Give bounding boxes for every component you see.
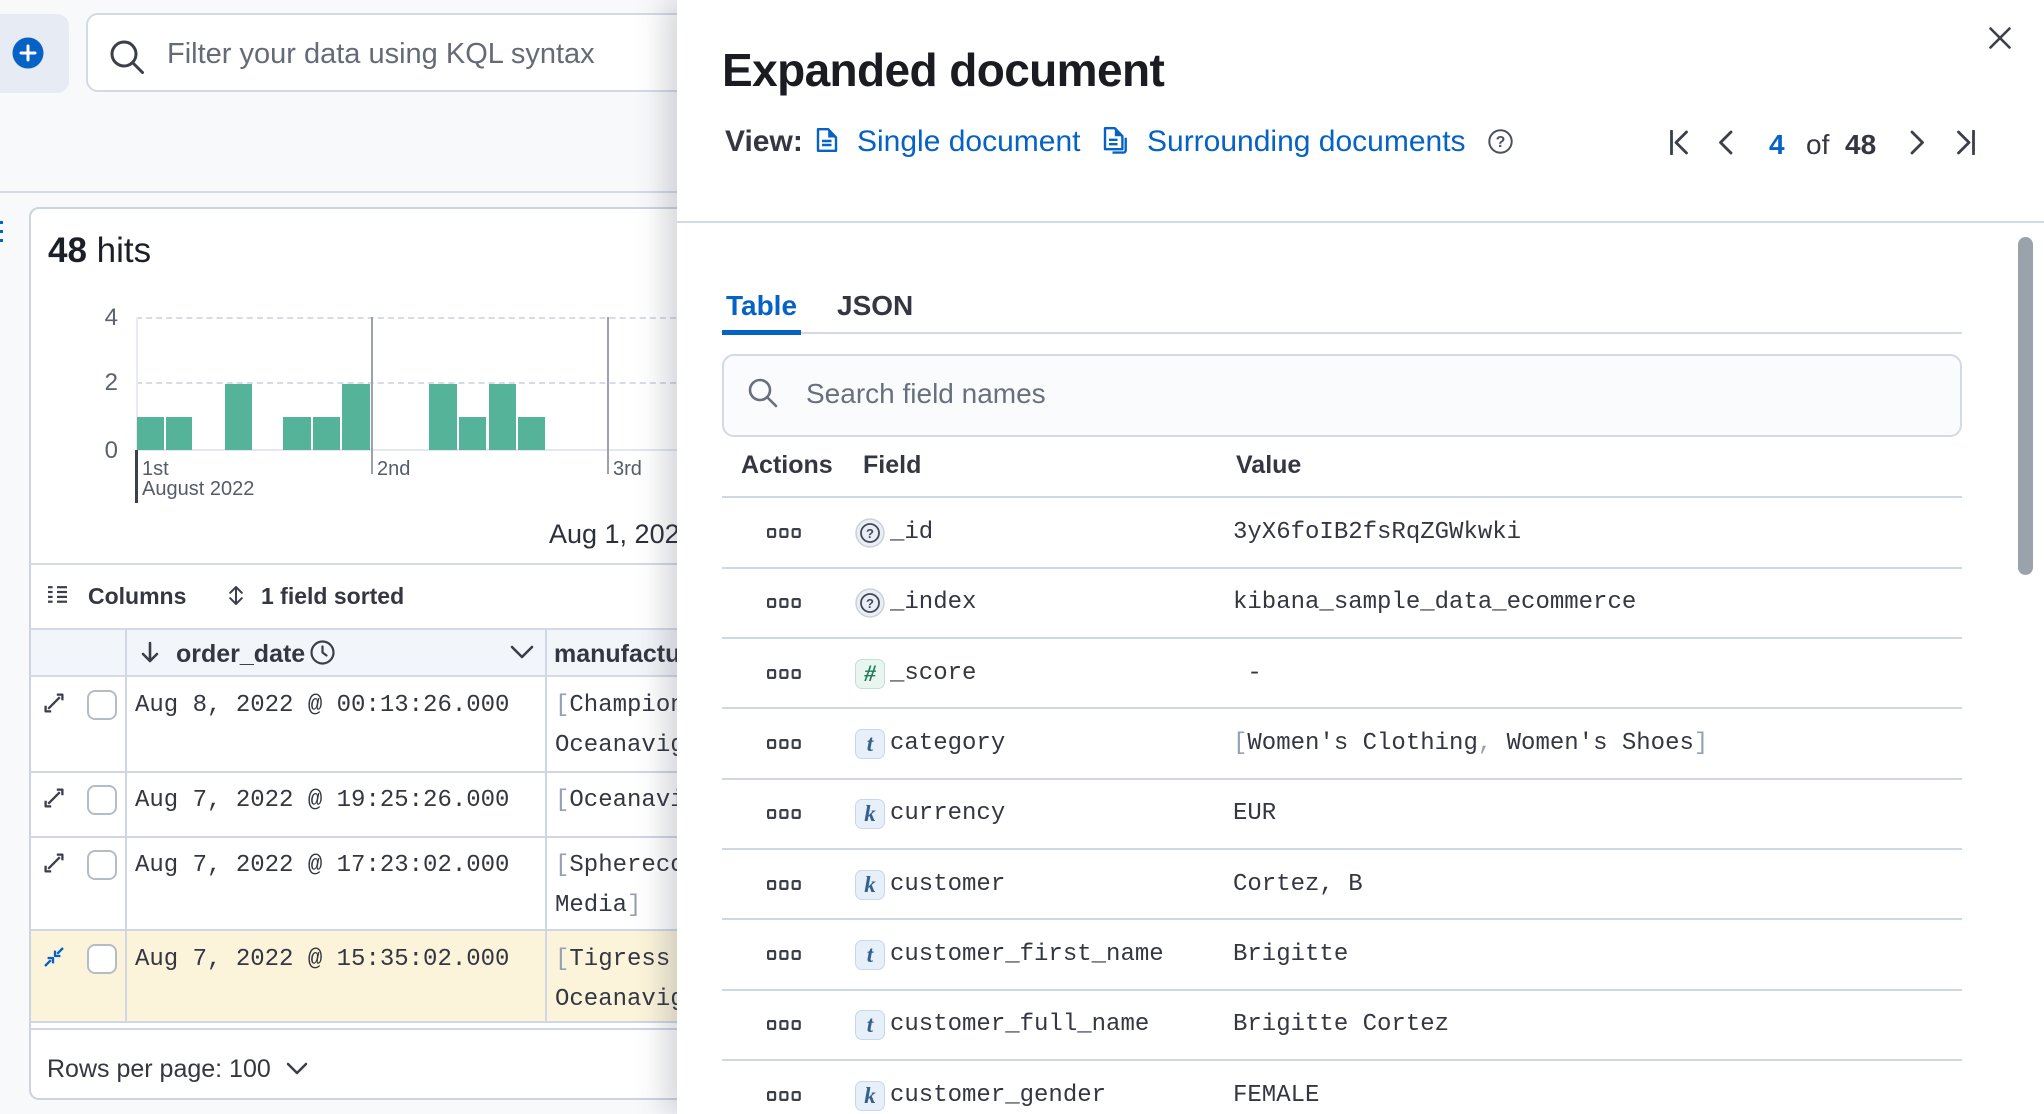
svg-text:?: ? [866,596,874,611]
svg-text:?: ? [1496,134,1506,151]
svg-text:?: ? [866,526,874,541]
